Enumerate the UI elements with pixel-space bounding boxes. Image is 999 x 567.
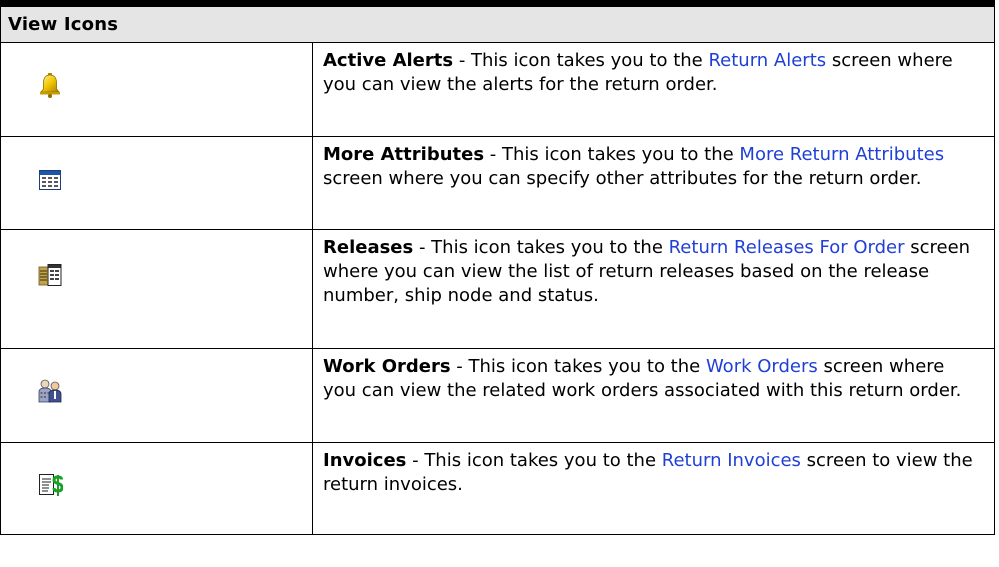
description-cell: Active Alerts - This icon takes you to t… (312, 42, 995, 137)
icon-cell (0, 42, 313, 137)
description-cell: Work Orders - This icon takes you to the… (312, 348, 995, 443)
icon-cell (0, 229, 313, 349)
table-row: Work Orders - This icon takes you to the… (0, 348, 995, 443)
icon-cell (0, 136, 313, 230)
description-cell: More Attributes - This icon takes you to… (312, 136, 995, 230)
term-label: Active Alerts (323, 50, 454, 71)
icon-cell (0, 348, 313, 443)
term-label: Releases (323, 237, 414, 258)
table-row: More Attributes - This icon takes you to… (0, 136, 995, 230)
link-return-alerts[interactable]: Return Alerts (708, 50, 826, 71)
table-row: Invoices - This icon takes you to the Re… (0, 442, 995, 535)
table-row: Active Alerts - This icon takes you to t… (0, 42, 995, 137)
table-row: Releases - This icon takes you to the Re… (0, 229, 995, 349)
description-text: - This icon takes you to the (450, 356, 706, 377)
releases-icon (37, 262, 63, 288)
link-more-return-attributes[interactable]: More Return Attributes (739, 144, 944, 165)
description-text: screen where you can specify other attri… (323, 168, 922, 189)
description-text: - This icon takes you to the (406, 450, 662, 471)
term-label: Invoices (323, 450, 407, 471)
grid-table-icon (37, 167, 63, 193)
description-cell: Releases - This icon takes you to the Re… (312, 229, 995, 349)
bell-icon (37, 72, 63, 98)
description-cell: Invoices - This icon takes you to the Re… (312, 442, 995, 535)
term-label: Work Orders (323, 356, 451, 377)
table-header: View Icons (0, 0, 995, 43)
description-text: - This icon takes you to the (453, 50, 709, 71)
invoice-dollar-icon (37, 472, 64, 498)
view-icons-table: View Icons Active Alerts - This icon tak… (0, 0, 995, 535)
work-orders-icon (37, 378, 63, 404)
link-return-releases-for-order[interactable]: Return Releases For Order (669, 237, 905, 258)
icon-cell (0, 442, 313, 535)
description-text: - This icon takes you to the (413, 237, 669, 258)
link-return-invoices[interactable]: Return Invoices (662, 450, 801, 471)
description-text: - This icon takes you to the (484, 144, 740, 165)
table-header-row: View Icons (0, 0, 995, 43)
term-label: More Attributes (323, 144, 485, 165)
link-work-orders[interactable]: Work Orders (706, 356, 818, 377)
